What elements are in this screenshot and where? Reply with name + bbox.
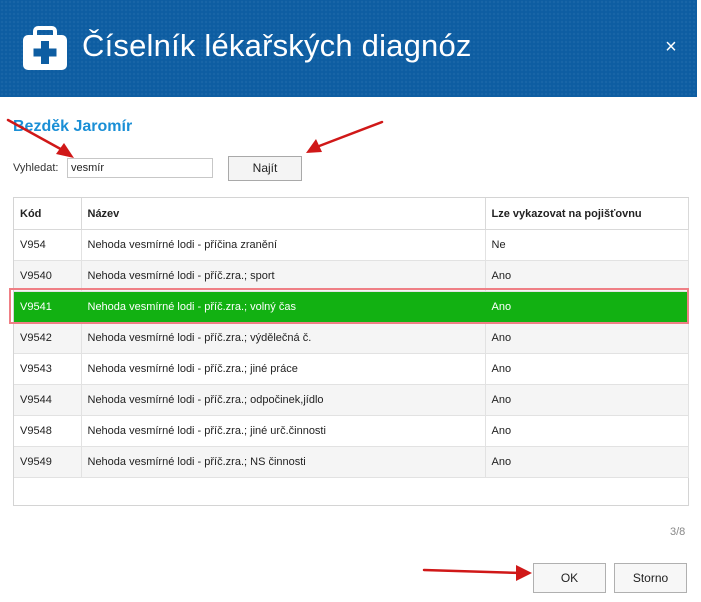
cell-name: Nehoda vesmírné lodi - příč.zra.; odpoči… (81, 384, 486, 416)
find-button[interactable]: Najít (228, 156, 302, 181)
table-row[interactable]: V9544 Nehoda vesmírné lodi - příč.zra.; … (14, 384, 689, 416)
cell-billable: Ano (485, 353, 689, 385)
cell-code: V9543 (14, 353, 82, 385)
cell-billable: Ano (485, 322, 689, 354)
arrowhead-ok (516, 565, 532, 581)
column-header-code[interactable]: Kód (14, 198, 82, 230)
ok-button[interactable]: OK (533, 563, 606, 593)
arrowhead-find (306, 139, 322, 153)
arrow-to-find-button (312, 120, 384, 150)
column-header-billable[interactable]: Lze vykazovat na pojišťovnu (485, 198, 689, 230)
diagnosis-grid: Kód Název Lze vykazovat na pojišťovnu V9… (13, 197, 689, 506)
grid-header-row: Kód Název Lze vykazovat na pojišťovnu (14, 198, 689, 230)
table-row[interactable]: V9542 Nehoda vesmírné lodi - příč.zra.; … (14, 322, 689, 354)
cancel-button[interactable]: Storno (614, 563, 687, 593)
cell-code: V9548 (14, 415, 82, 447)
cell-name: Nehoda vesmírné lodi - příč.zra.; sport (81, 260, 486, 292)
cell-code: V9549 (14, 446, 82, 478)
cell-code: V9544 (14, 384, 82, 416)
cell-name: Nehoda vesmírné lodi - příč.zra.; jiné u… (81, 415, 486, 447)
cell-name: Nehoda vesmírné lodi - příč.zra.; NS čin… (81, 446, 486, 478)
table-row[interactable]: V9549 Nehoda vesmírné lodi - příč.zra.; … (14, 446, 689, 478)
cell-name: Nehoda vesmírné lodi - příč.zra.; jiné p… (81, 353, 486, 385)
cell-code: V9540 (14, 260, 82, 292)
table-row[interactable]: V9540 Nehoda vesmírné lodi - příč.zra.; … (14, 260, 689, 292)
cell-billable: Ano (485, 384, 689, 416)
search-label: Vyhledat: (13, 162, 59, 174)
medical-cross-icon (23, 26, 67, 70)
cell-billable: Ne (485, 229, 689, 261)
column-header-name[interactable]: Název (81, 198, 486, 230)
patient-name: Bezděk Jaromír (13, 118, 133, 135)
page-counter: 3/8 (670, 526, 686, 538)
cell-name: Nehoda vesmírné lodi - příč.zra.; volný … (81, 291, 486, 323)
cell-billable: Ano (485, 446, 689, 478)
dialog-header: Číselník lékařských diagnóz × (0, 0, 697, 97)
cell-billable: Ano (485, 291, 689, 323)
arrow-to-ok-button (422, 568, 524, 575)
cell-code: V9541 (14, 291, 82, 323)
table-row[interactable]: V9543 Nehoda vesmírné lodi - příč.zra.; … (14, 353, 689, 385)
table-row[interactable]: V954 Nehoda vesmírné lodi - příčina zran… (14, 229, 689, 261)
arrowhead-search (56, 143, 74, 158)
cell-name: Nehoda vesmírné lodi - příč.zra.; výděle… (81, 322, 486, 354)
table-row[interactable]: V9548 Nehoda vesmírné lodi - příč.zra.; … (14, 415, 689, 447)
cell-code: V9542 (14, 322, 82, 354)
close-icon[interactable]: × (660, 36, 682, 58)
cell-name: Nehoda vesmírné lodi - příčina zranění (81, 229, 486, 261)
cell-code: V954 (14, 229, 82, 261)
table-row-selected[interactable]: V9541 Nehoda vesmírné lodi - příč.zra.; … (14, 291, 689, 323)
cell-billable: Ano (485, 415, 689, 447)
cell-billable: Ano (485, 260, 689, 292)
dialog-title: Číselník lékařských diagnóz (82, 28, 472, 63)
search-input[interactable] (67, 158, 213, 178)
